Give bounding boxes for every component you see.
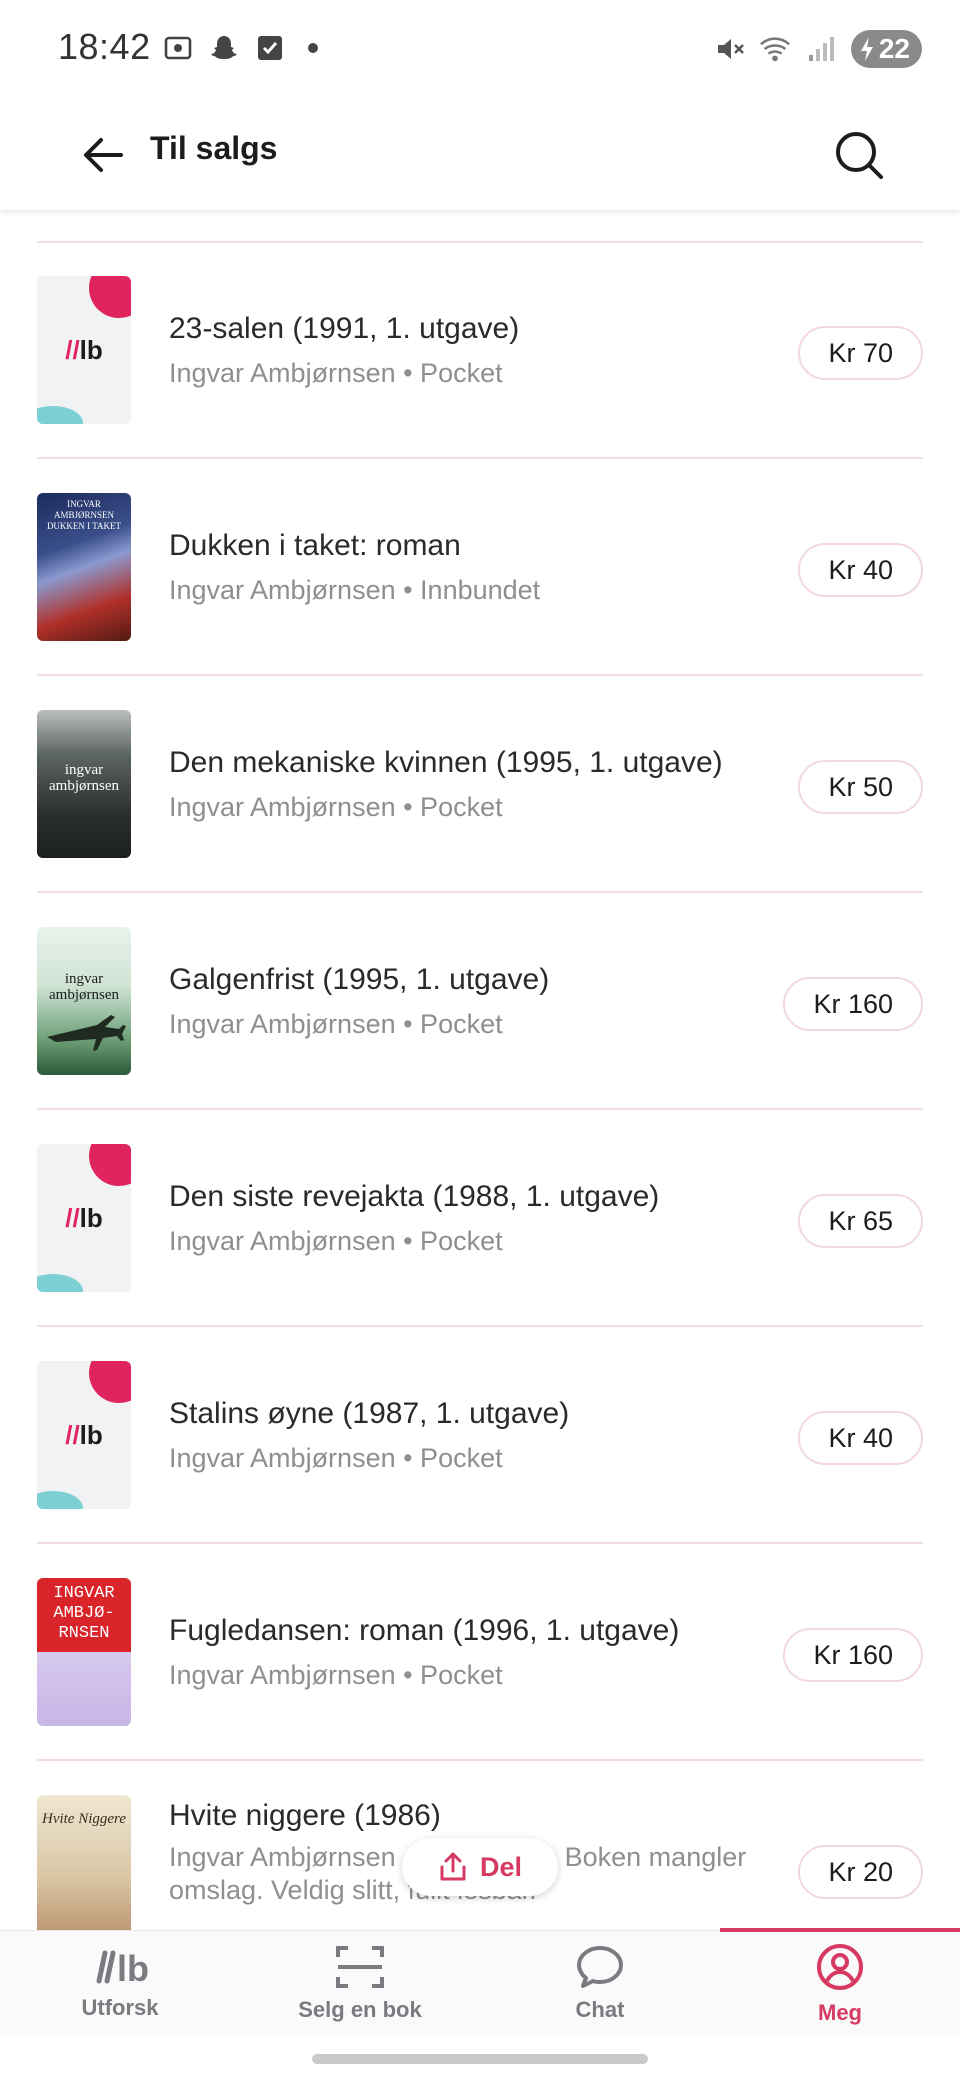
listing-subtitle: Ingvar Ambjørnsen • Innbundet [169,574,541,605]
book-cover: Hvite Niggere [37,1795,131,1932]
cover-text: ingvar ambjørnsen [49,762,119,794]
listing-title: Galgenfrist (1995, 1. utgave) [169,962,550,996]
svg-text:lb: lb [117,1948,149,1987]
app-bar: Til salgs [0,100,960,210]
price-badge: Kr 160 [783,1628,923,1682]
listing-item[interactable]: ingvar ambjørnsen Galgenfrist (1995, 1. … [0,893,960,1110]
active-tab-indicator [720,1928,960,1932]
share-label: Del [479,1851,523,1882]
price-badge: Kr 40 [798,543,923,597]
page-title: Til salgs [150,130,278,166]
arrow-left-icon [84,138,123,172]
cover-text: INGVAR AMBJØ-RNSEN [53,1584,115,1643]
chat-bubble-icon [577,1946,623,1988]
listing-title: 23-salen (1991, 1. utgave) [169,311,520,345]
back-button[interactable] [70,122,136,188]
notification-dot-icon [308,43,318,53]
price-badge: Kr 20 [798,1845,923,1899]
listing-subtitle: Ingvar Ambjørnsen • Pocket [169,357,503,388]
screenshot-icon [162,32,194,64]
nav-label: Utforsk [81,1995,159,2020]
listing-title: Dukken i taket: roman [169,528,461,562]
listing-subtitle: Ingvar Ambjørnsen • Pocket [169,1008,503,1039]
listing-title: Hvite niggere (1986) [169,1799,441,1832]
price-badge: Kr 160 [783,977,923,1031]
nav-meg[interactable]: Meg [720,1931,960,2037]
nav-selg-en-bok[interactable]: Selg en bok [240,1931,480,2037]
listing-subtitle: Ingvar Ambjørnsen • Pocket [169,1442,503,1473]
cover-text: INGVAR AMBJØRNSEN DUKKEN I TAKET [46,499,122,531]
airplane-icon [47,1015,126,1051]
price-badge: Kr 50 [798,760,923,814]
listing-item[interactable]: ingvar ambjørnsen Den mekaniske kvinnen … [0,676,960,893]
listing-list: //lb 23-salen (1991, 1. utgave) Ingvar A… [0,242,960,1932]
search-button[interactable] [824,120,894,190]
checkbox-icon [254,32,286,64]
logo-icon: //lb [65,1419,103,1450]
cover-text: Hvite Niggere [41,1811,126,1827]
status-time: 18:42 [58,26,151,67]
listing-title: Stalins øyne (1987, 1. utgave) [169,1396,570,1430]
gesture-bar[interactable] [312,2054,648,2064]
listing-item[interactable]: //lb Stalins øyne (1987, 1. utgave) Ingv… [0,1327,960,1544]
share-button[interactable]: Del [402,1838,558,1896]
listing-item[interactable]: //lb Den siste revejakta (1988, 1. utgav… [0,1110,960,1327]
battery-indicator: 22 [850,30,922,68]
signal-icon [805,33,837,65]
listing-item[interactable]: INGVAR AMBJØRNSEN DUKKEN I TAKET Dukken … [0,459,960,676]
scan-icon [336,1946,384,1988]
nav-chat[interactable]: Chat [480,1931,720,2037]
listing-subtitle: Ingvar Ambjørnsen • Pocket [169,1225,503,1256]
book-cover: ingvar ambjørnsen [37,927,131,1075]
listing-subtitle: Ingvar Ambjørnsen • Pocket [169,791,503,822]
book-cover-placeholder: //lb [37,276,131,424]
listing-title: Den siste revejakta (1988, 1. utgave) [169,1179,660,1213]
wifi-icon [759,33,791,65]
logo-icon: //lb [65,334,103,365]
price-badge: Kr 65 [798,1194,923,1248]
search-icon [836,132,883,179]
listing-item[interactable]: //lb 23-salen (1991, 1. utgave) Ingvar A… [0,242,960,459]
listing-title: Den mekaniske kvinnen (1995, 1. utgave) [169,745,723,779]
listing-title: Fugledansen: roman (1996, 1. utgave) [169,1613,680,1647]
book-cover: INGVAR AMBJØRNSEN DUKKEN I TAKET [37,493,131,641]
price-badge: Kr 40 [798,1411,923,1465]
charging-icon [860,37,873,61]
snapchat-icon [208,32,240,64]
nav-label: Selg en bok [298,1997,422,2022]
book-cover: ingvar ambjørnsen [37,710,131,858]
nav-label: Meg [818,2000,862,2025]
battery-level: 22 [878,33,910,64]
listing-item[interactable]: INGVAR AMBJØ-RNSEN Fugledansen: roman (1… [0,1544,960,1761]
book-cover-placeholder: //lb [37,1144,131,1292]
nav-label: Chat [575,1997,625,2022]
profile-icon [817,1944,863,1990]
bottom-navigation: lb Utforsk Selg en bok Chat Meg [0,1930,960,2036]
logo-icon: //lb [65,1202,103,1233]
price-badge: Kr 70 [798,326,923,380]
nav-utforsk[interactable]: lb Utforsk [0,1931,240,2037]
mute-icon [713,33,745,65]
status-bar: 18:42 22 [0,0,960,100]
book-cover-placeholder: //lb [37,1361,131,1509]
logo-icon: lb [96,1948,149,1987]
listing-subtitle: Ingvar Ambjørnsen • Pocket [169,1659,503,1690]
share-icon [440,1852,466,1881]
book-cover: INGVAR AMBJØ-RNSEN [37,1578,131,1726]
